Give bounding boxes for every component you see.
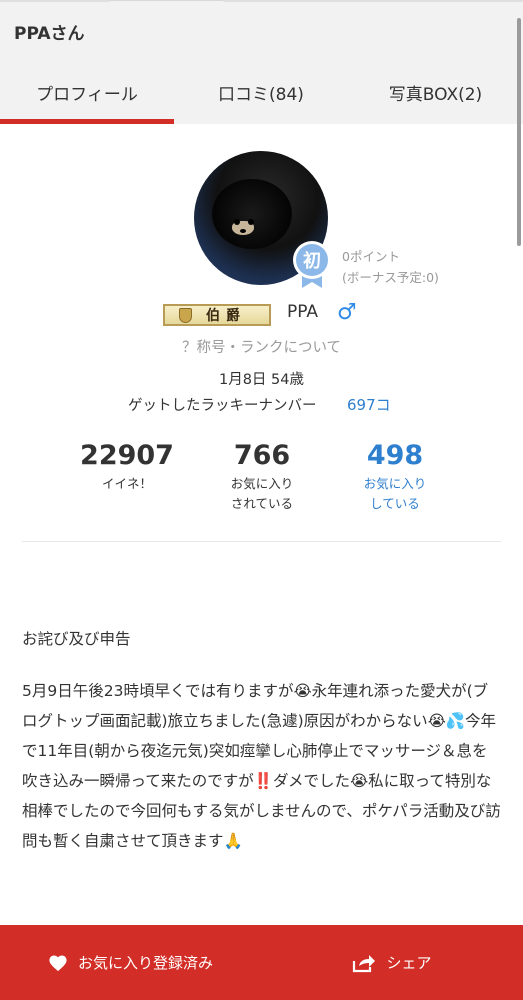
avatar-dog-nose: [240, 229, 246, 233]
stat-label: している: [370, 496, 420, 511]
active-tab-indicator: [0, 119, 174, 124]
stat-label: お気に入り: [363, 476, 427, 491]
tab-photo-box[interactable]: 写真BOX(2): [348, 60, 523, 124]
bio-section: お詫び及び申告 5月9日午後23時頃早くでは有りますが😭永年連れ添った愛犬が(ブ…: [22, 624, 502, 856]
tab-profile[interactable]: プロフィール: [0, 60, 174, 124]
username: PPA: [287, 302, 319, 322]
page-title: PPAさん: [14, 24, 85, 44]
top-divider: [0, 0, 110, 2]
shield-icon: [179, 308, 192, 323]
avatar-dog-eye: [234, 219, 240, 225]
stat-favoriting[interactable]: 498 お気に入り している: [340, 438, 450, 514]
stat-favorited-by[interactable]: 766 お気に入り されている: [207, 438, 317, 514]
birthday-age: 1月8日 54歳: [218, 372, 304, 388]
favorite-button[interactable]: お気に入り登録済み: [0, 925, 261, 1000]
male-icon: ♂: [337, 300, 357, 325]
lucky-number-value[interactable]: 697コ: [347, 394, 391, 415]
action-footer: お気に入り登録済み シェア: [0, 925, 523, 1000]
top-divider: [223, 0, 523, 2]
beginner-badge-icon: 初: [292, 240, 332, 290]
stat-label: イイネ！: [101, 476, 152, 491]
profile-tabs: プロフィール 口コミ(84) 写真BOX(2): [0, 60, 523, 124]
scrollbar[interactable]: [517, 18, 521, 246]
share-icon: [352, 953, 376, 973]
points-info: 0ポイント (ボーナス予定:0): [342, 246, 439, 288]
stat-likes: 22907 イイネ！: [72, 438, 182, 494]
stat-label: されている: [230, 496, 294, 511]
avatar-dog-eye: [248, 219, 254, 225]
page-header: PPAさん: [0, 0, 523, 60]
divider: [22, 541, 501, 542]
rank-info-link[interactable]: ？称号・ランクについて: [0, 336, 523, 357]
favorite-button-label: お気に入り登録済み: [77, 954, 213, 972]
bonus-value: (ボーナス予定:0): [342, 270, 439, 285]
share-button[interactable]: シェア: [261, 925, 523, 1000]
bio-body: 5月9日午後23時頃早くでは有りますが😭永年連れ添った愛犬が(ブログトップ画面記…: [22, 682, 501, 850]
rank-title-plate: 伯爵: [163, 304, 271, 326]
heart-icon: [48, 954, 68, 972]
beginner-badge-text: 初: [303, 250, 321, 272]
tab-reviews[interactable]: 口コミ(84): [174, 60, 348, 124]
stat-value: 766: [233, 440, 291, 471]
stat-label: お気に入り: [230, 476, 294, 491]
bio-title: お詫び及び申告: [22, 630, 131, 648]
rank-title: 伯爵: [206, 308, 246, 324]
stat-value: 22907: [80, 440, 174, 471]
share-button-label: シェア: [386, 954, 432, 972]
avatar-dog-fur: [212, 179, 292, 249]
lucky-number-label: ゲットしたラッキーナンバー: [128, 398, 317, 414]
points-value: 0ポイント: [342, 249, 400, 264]
stat-value: 498: [366, 440, 424, 471]
